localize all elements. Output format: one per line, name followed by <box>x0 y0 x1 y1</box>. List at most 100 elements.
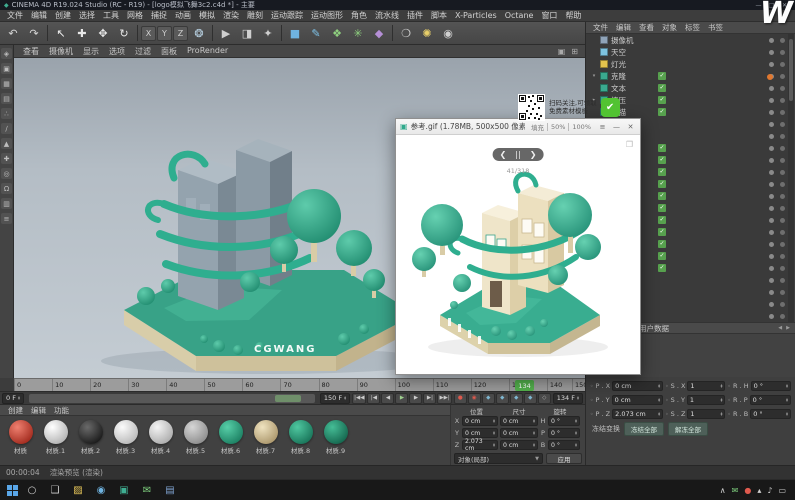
viewport-menu-item[interactable]: 摄像机 <box>44 46 78 57</box>
mograph-icon[interactable]: ✳ <box>348 24 368 43</box>
freeze-all-button[interactable]: 冻结全部 <box>624 422 664 436</box>
record-key-button[interactable]: ● <box>454 393 467 404</box>
material-preview[interactable] <box>184 420 208 444</box>
visibility-dot[interactable] <box>769 98 774 103</box>
object-row[interactable]: 灯光 ✓ <box>586 58 788 70</box>
object-name[interactable]: 摄像机 <box>611 35 655 46</box>
rotate-tool-icon[interactable]: ↻ <box>114 24 134 43</box>
visibility-dot[interactable] <box>769 50 774 55</box>
previous-key-button[interactable]: |◀ <box>367 393 380 404</box>
material-menu-item[interactable]: 功能 <box>50 405 73 416</box>
tag-icon[interactable]: ✓ <box>658 204 666 212</box>
points-mode-button[interactable]: ∴ <box>1 108 12 119</box>
tray-up-icon[interactable]: ∧ <box>720 486 726 495</box>
visibility-dot[interactable] <box>769 314 774 319</box>
spinner[interactable] <box>493 431 495 435</box>
viewer-minimize-button[interactable]: — <box>611 123 622 131</box>
tag-icon[interactable]: ✓ <box>658 180 666 188</box>
texture-mode-button[interactable]: ▦ <box>1 78 12 89</box>
key-dot[interactable]: ◦ <box>727 383 731 390</box>
render-dot[interactable] <box>780 290 785 295</box>
tag-icon[interactable]: ✓ <box>658 264 666 272</box>
render-dot[interactable] <box>780 242 785 247</box>
object-row[interactable]: ▾ 克隆 ✓ <box>586 70 788 82</box>
menubar-item[interactable]: 运动图形 <box>307 10 347 21</box>
menubar-item[interactable]: 文件 <box>3 10 27 21</box>
material-preview[interactable] <box>79 420 103 444</box>
viewport-menu-item[interactable]: 选项 <box>104 46 130 57</box>
visibility-dot[interactable] <box>769 182 774 187</box>
snap-button[interactable]: Ω <box>1 183 12 194</box>
spinner[interactable] <box>658 398 660 402</box>
spinner[interactable] <box>720 384 722 388</box>
primitive-cube-icon[interactable]: ■ <box>285 24 305 43</box>
tag-icon[interactable]: ✓ <box>658 72 666 80</box>
render-dot[interactable] <box>780 98 785 103</box>
menubar-item[interactable]: X-Particles <box>451 11 501 20</box>
tag-icon[interactable]: ✓ <box>658 192 666 200</box>
viewport-menu-item[interactable]: 过滤 <box>130 46 156 57</box>
edges-mode-button[interactable]: ∕ <box>1 123 12 134</box>
render-dot[interactable] <box>780 110 785 115</box>
visibility-dot[interactable] <box>769 134 774 139</box>
play-button[interactable]: ▶ <box>395 393 408 404</box>
material-menu-item[interactable]: 编辑 <box>27 405 50 416</box>
visibility-dot[interactable] <box>769 230 774 235</box>
lock-workplane-button[interactable]: ▥ <box>1 198 12 209</box>
spinner[interactable] <box>786 398 788 402</box>
task-view-icon[interactable]: ❑ <box>47 482 63 498</box>
key-dot[interactable]: ◦ <box>665 397 669 404</box>
key-dot[interactable]: ◦ <box>590 411 594 418</box>
key-dot[interactable]: ◦ <box>590 397 594 404</box>
key-dot[interactable]: ◦ <box>727 411 731 418</box>
lock-y-button[interactable]: Y <box>157 26 172 41</box>
menubar-item[interactable]: 选择 <box>75 10 99 21</box>
layout-button[interactable]: ≡ <box>1 213 12 224</box>
menubar-item[interactable]: 创建 <box>51 10 75 21</box>
spinner[interactable] <box>720 398 722 402</box>
render-dot[interactable] <box>780 158 785 163</box>
render-dot[interactable] <box>780 170 785 175</box>
photoshop-icon[interactable]: ▤ <box>162 482 178 498</box>
record-rotation-button[interactable]: ◆ <box>510 393 523 404</box>
unfreeze-all-button[interactable]: 解冻全部 <box>668 422 708 436</box>
material-item[interactable]: 材质 <box>6 420 35 455</box>
next-image-button[interactable]: ❯ <box>530 150 537 159</box>
material-menu-item[interactable]: 创建 <box>4 405 27 416</box>
material-item[interactable]: 材质.8 <box>286 420 315 455</box>
render-dot[interactable] <box>780 218 785 223</box>
visibility-dot[interactable] <box>769 254 774 259</box>
deformer-icon[interactable]: ◆ <box>369 24 389 43</box>
menubar-item[interactable]: 动画 <box>171 10 195 21</box>
zoom-100-button[interactable]: 100% <box>568 123 594 131</box>
coordinate-field[interactable]: 0 ° <box>750 409 791 419</box>
menubar-item[interactable]: 捕捉 <box>147 10 171 21</box>
visibility-dot[interactable] <box>769 206 774 211</box>
menubar-item[interactable]: 脚本 <box>427 10 451 21</box>
viewport-menu-item[interactable]: ProRender <box>182 46 233 57</box>
spinner[interactable] <box>533 443 535 447</box>
material-item[interactable]: 材质.6 <box>216 420 245 455</box>
tag-icon[interactable]: ✓ <box>658 156 666 164</box>
visibility-dot[interactable] <box>769 158 774 163</box>
render-dot[interactable] <box>780 122 785 127</box>
render-dot[interactable] <box>780 146 785 151</box>
light-icon[interactable]: ✺ <box>417 24 437 43</box>
tag-icon[interactable]: ✓ <box>658 252 666 260</box>
scale-tool-icon[interactable]: ✥ <box>93 24 113 43</box>
browser-icon[interactable]: ◉ <box>93 482 109 498</box>
undo-icon[interactable]: ↶ <box>3 24 23 43</box>
object-name[interactable]: 克隆 <box>611 71 655 82</box>
key-dot[interactable]: ◦ <box>665 411 669 418</box>
object-manager-menu-item[interactable]: 标签 <box>681 22 704 33</box>
material-preview[interactable] <box>324 420 348 444</box>
tag-icon[interactable]: ✓ <box>658 144 666 152</box>
rotation-b-field[interactable]: 0 ° <box>548 440 580 450</box>
rotation-h-field[interactable]: 0 ° <box>548 416 580 426</box>
zoom-50-button[interactable]: 50% <box>547 123 568 131</box>
previous-frame-button[interactable]: ◀ <box>381 393 394 404</box>
render-dot[interactable] <box>780 206 785 211</box>
autokey-button[interactable]: ◉ <box>468 393 481 404</box>
position-x-field[interactable]: 0 cm <box>462 416 498 426</box>
generator-icon[interactable]: ❖ <box>327 24 347 43</box>
